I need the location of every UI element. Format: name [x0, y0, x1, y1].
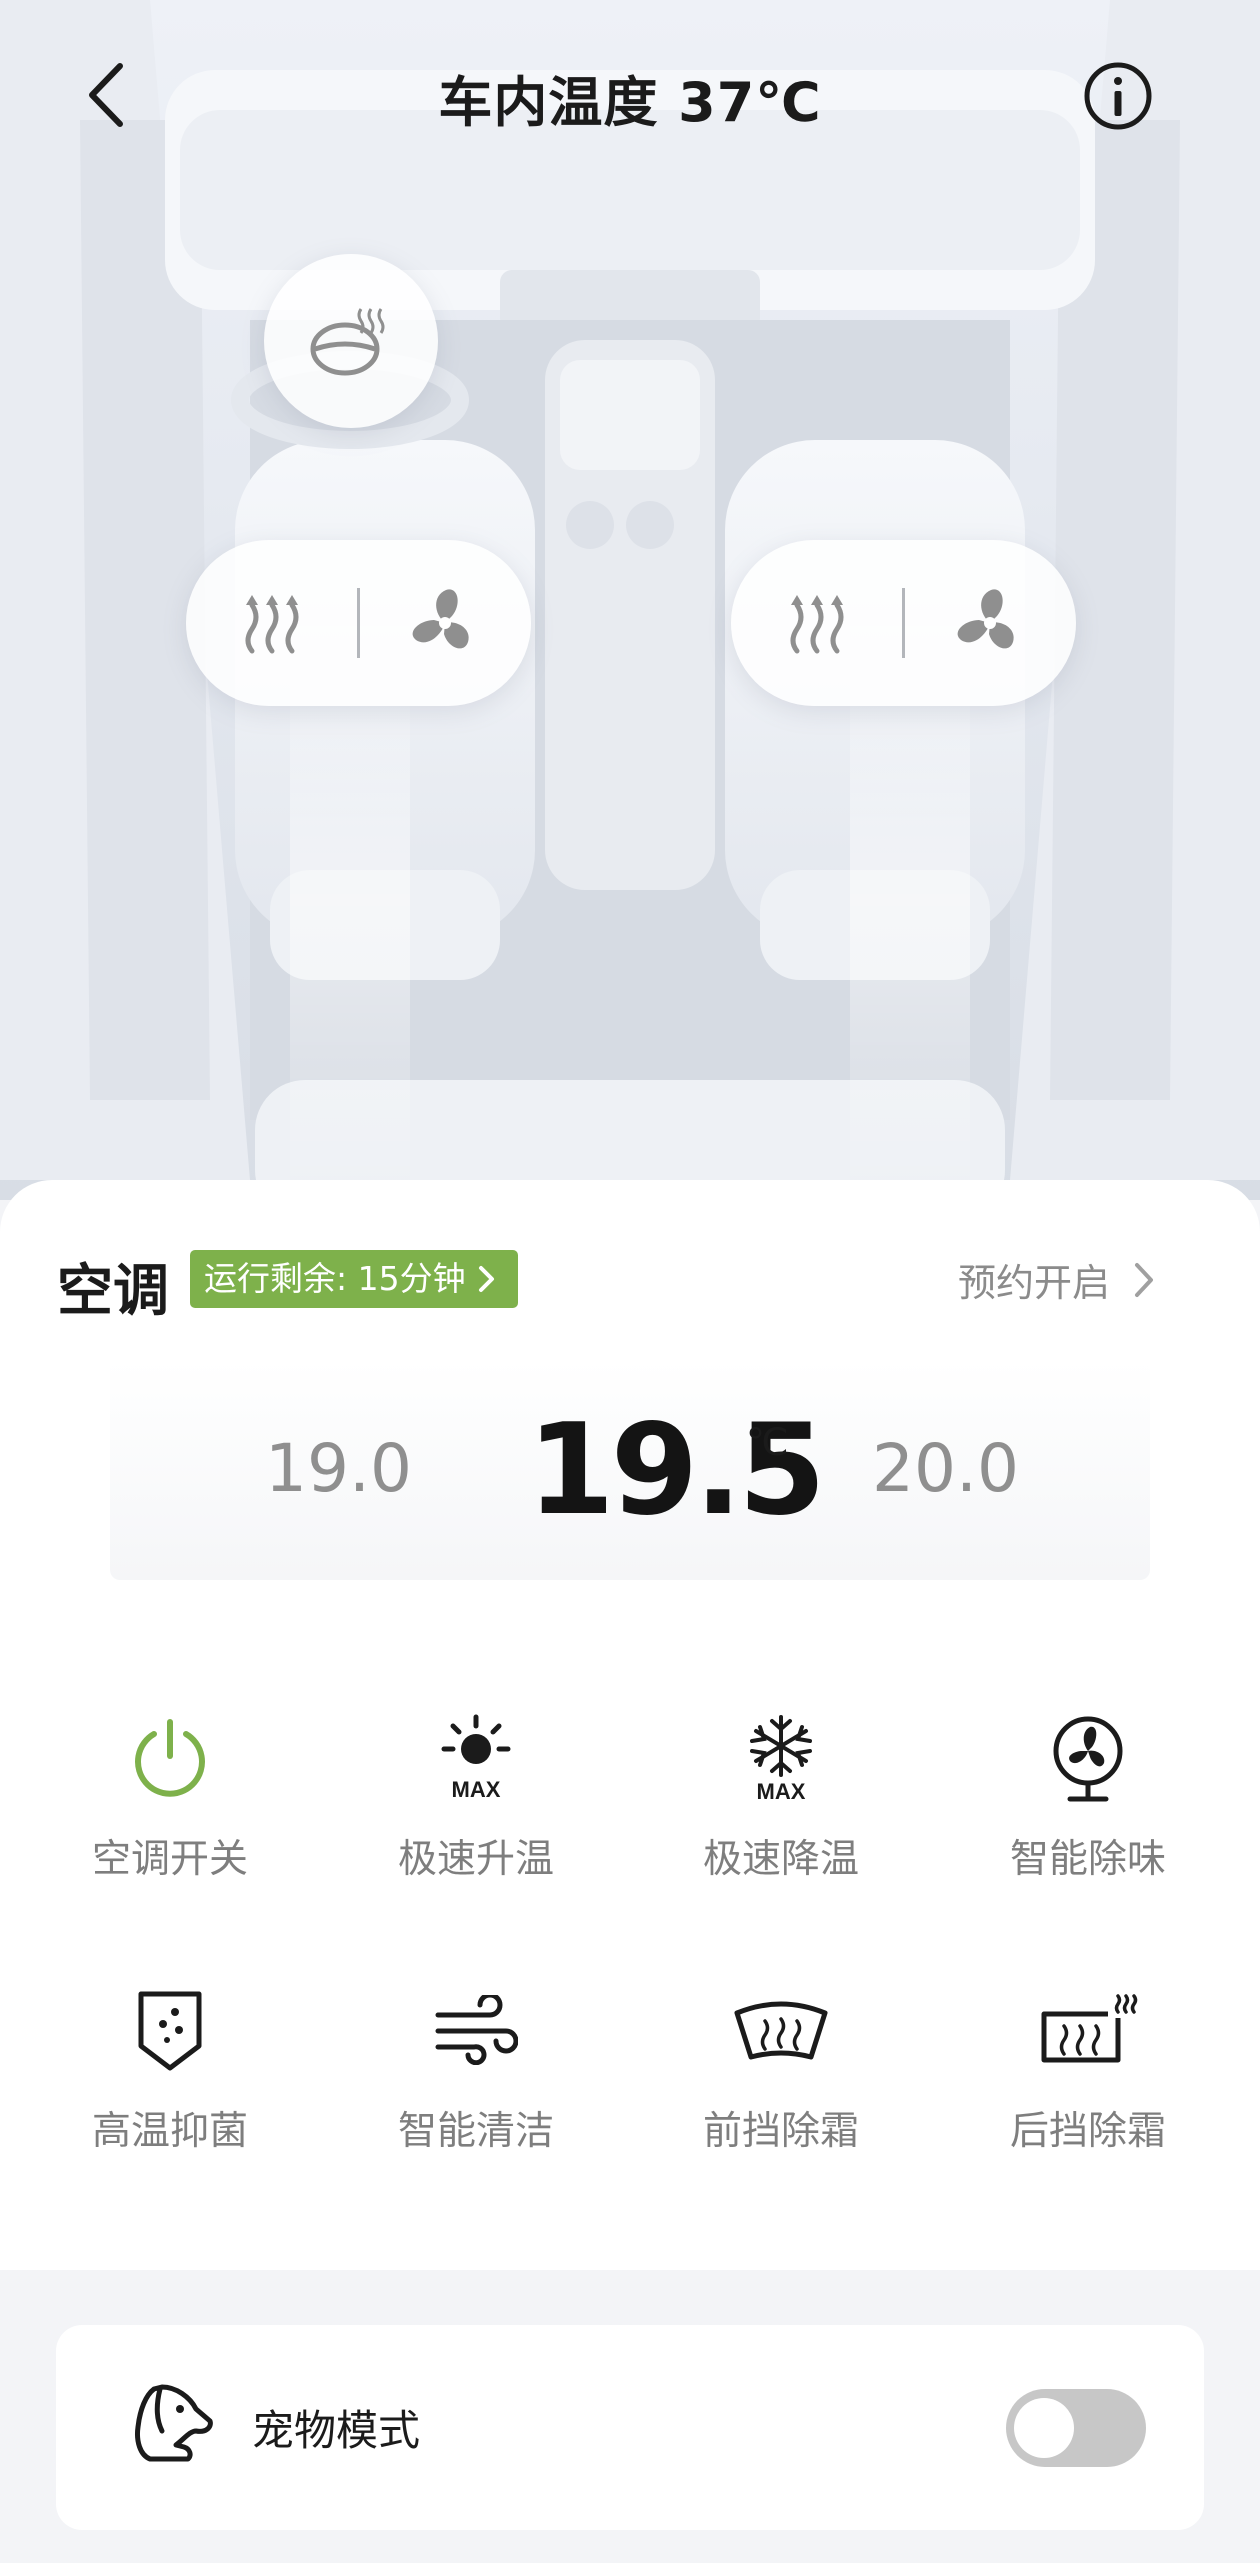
wind-icon: [435, 1995, 518, 2065]
snowflake-max-icon: MAX: [750, 1715, 812, 1803]
schedule-start-link[interactable]: 预约开启: [958, 1252, 1154, 1307]
remaining-time-badge[interactable]: 运行剩余: 15分钟: [190, 1250, 518, 1308]
seat-heat-icon: [245, 595, 299, 654]
passenger-seat-controls: [731, 540, 1076, 706]
svg-text:MAX: MAX: [452, 1777, 501, 1802]
driver-seat-vent-button[interactable]: [359, 540, 531, 706]
temp-option-lower[interactable]: 19.0: [265, 1430, 412, 1507]
passenger-seat-heat-button[interactable]: [731, 540, 903, 706]
remaining-time-text: 运行剩余: 15分钟: [204, 1259, 466, 1298]
front-defrost-icon: [734, 2001, 828, 2060]
seat-fan-icon: [412, 589, 469, 649]
ac-power-button[interactable]: 空调开关: [50, 1710, 290, 1884]
rapid-heat-button[interactable]: MAX 极速升温: [356, 1710, 596, 1884]
rapid-heat-label: 极速升温: [397, 1837, 554, 1882]
smart-deodorize-button[interactable]: 智能除味: [968, 1710, 1208, 1884]
info-icon: [1084, 62, 1152, 130]
rear-defrost-icon: [1041, 1994, 1138, 2063]
front-defrost-label: 前挡除霜: [702, 2109, 859, 2154]
seat-fan-icon: [957, 589, 1014, 649]
driver-seat-controls: [186, 540, 531, 706]
dog-icon: [135, 2384, 213, 2462]
rapid-cool-label: 极速降温: [702, 1837, 859, 1882]
pet-mode-label: 宠物模式: [252, 2406, 421, 2455]
car-interior-view: 车内温度 37℃: [0, 0, 1260, 1200]
ac-title: 空调: [57, 1259, 169, 1324]
power-icon: [135, 1719, 205, 1797]
temp-unit: ℃: [746, 1420, 789, 1464]
rapid-cool-button[interactable]: MAX 极速降温: [661, 1710, 901, 1884]
toggle-knob: [1014, 2398, 1074, 2458]
seat-heat-icon: [790, 595, 844, 654]
schedule-start-label: 预约开启: [958, 1261, 1111, 1305]
rear-defrost-label: 后挡除霜: [1009, 2109, 1166, 2154]
ac-panel: 空调 运行剩余: 15分钟 预约开启 19.0 19.5 ℃ 20.0 空调开关: [0, 1180, 1260, 2270]
chevron-right-icon: [1135, 1262, 1154, 1297]
smart-clean-label: 智能清洁: [397, 2109, 554, 2154]
driver-seat-heat-button[interactable]: [186, 540, 358, 706]
shield-dots-icon: [138, 1991, 202, 2071]
top-bar: 车内温度 37℃: [0, 40, 1260, 150]
svg-text:MAX: MAX: [757, 1779, 806, 1803]
chevron-right-icon: [478, 1266, 494, 1292]
page-title: 车内温度 37℃: [438, 71, 822, 134]
steering-wheel-heat-button[interactable]: [264, 254, 438, 428]
pet-mode-toggle[interactable]: [1006, 2389, 1146, 2467]
smart-clean-button[interactable]: 智能清洁: [356, 1982, 596, 2156]
rear-defrost-button[interactable]: 后挡除霜: [968, 1982, 1208, 2156]
sun-max-icon: MAX: [441, 1714, 511, 1802]
pet-mode-card: 宠物模式: [56, 2325, 1204, 2530]
smart-deodorize-label: 智能除味: [1009, 1837, 1166, 1882]
passenger-seat-vent-button[interactable]: [904, 540, 1076, 706]
front-defrost-button[interactable]: 前挡除霜: [661, 1982, 901, 2156]
info-button[interactable]: [1080, 58, 1156, 134]
high-temp-sterilize-button[interactable]: 高温抑菌: [50, 1982, 290, 2156]
steering-wheel-heat-icon: [310, 308, 385, 376]
ac-power-label: 空调开关: [91, 1837, 248, 1882]
fan-icon: [1053, 1716, 1123, 1802]
high-temp-sterilize-label: 高温抑菌: [91, 2109, 248, 2154]
temp-current[interactable]: 19.5: [527, 1396, 826, 1543]
temp-option-higher[interactable]: 20.0: [872, 1430, 1019, 1507]
